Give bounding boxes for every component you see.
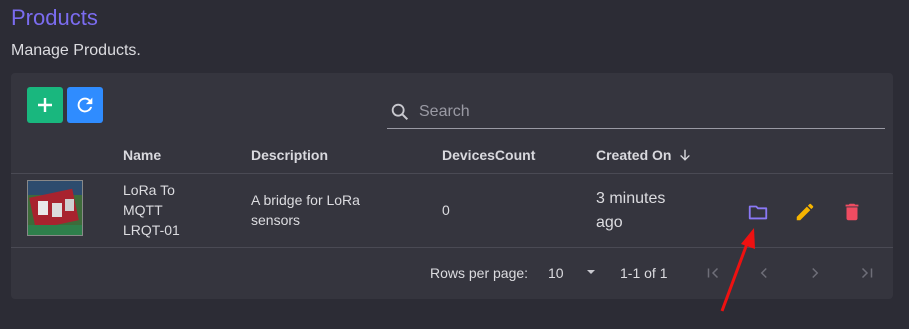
product-name-line: LRQT-01 [123, 222, 180, 238]
next-page-button[interactable] [803, 261, 827, 285]
last-page-icon [861, 267, 873, 279]
search-field [387, 95, 885, 129]
first-page-icon [707, 267, 719, 279]
product-image [27, 180, 83, 236]
plus-icon [38, 98, 52, 112]
header-divider [11, 173, 893, 174]
product-created-on: 3 minutes ago [596, 187, 665, 235]
previous-page-icon [760, 267, 767, 279]
row-divider [11, 247, 893, 248]
created-on-label: Created On [596, 147, 672, 163]
column-header-description[interactable]: Description [251, 147, 328, 163]
product-name-line: LoRa To [123, 182, 175, 198]
created-on-line: 3 minutes [596, 190, 666, 207]
product-devices-count: 0 [442, 202, 450, 218]
product-description-line: sensors [251, 212, 301, 228]
rows-per-page-label: Rows per page: [430, 265, 529, 281]
product-name: LoRa To MQTT LRQT-01 [123, 180, 180, 240]
arrow-down-icon [680, 149, 691, 161]
product-name-line: MQTT [123, 202, 163, 218]
trash-icon [845, 203, 859, 221]
pencil-icon [796, 203, 814, 221]
column-header-created-on[interactable]: Created On [596, 147, 692, 163]
products-card: Name Description DevicesCount Created On… [11, 73, 893, 299]
next-page-icon [812, 267, 819, 279]
open-devices-button[interactable] [745, 199, 771, 225]
page-subtitle: Manage Products. [11, 42, 141, 59]
rows-per-page-select[interactable]: 10 [548, 265, 597, 281]
previous-page-button[interactable] [752, 261, 776, 285]
edit-product-button[interactable] [792, 199, 818, 225]
column-header-name[interactable]: Name [123, 147, 161, 163]
page-title: Products [11, 5, 98, 30]
first-page-button[interactable] [701, 261, 725, 285]
search-icon [391, 103, 409, 121]
refresh-icon [77, 97, 93, 113]
search-input[interactable] [417, 99, 881, 125]
folder-icon [748, 205, 768, 220]
last-page-button[interactable] [855, 261, 879, 285]
rows-per-page-value: 10 [548, 265, 564, 281]
product-description: A bridge for LoRa sensors [251, 190, 360, 230]
chevron-down-icon [587, 270, 596, 274]
column-header-devices-count[interactable]: DevicesCount [442, 147, 535, 163]
delete-product-button[interactable] [839, 199, 865, 225]
created-on-line: ago [596, 214, 623, 231]
refresh-button[interactable] [67, 87, 103, 123]
add-product-button[interactable] [27, 87, 63, 123]
product-description-line: A bridge for LoRa [251, 192, 360, 208]
pagination-range: 1-1 of 1 [620, 265, 668, 281]
